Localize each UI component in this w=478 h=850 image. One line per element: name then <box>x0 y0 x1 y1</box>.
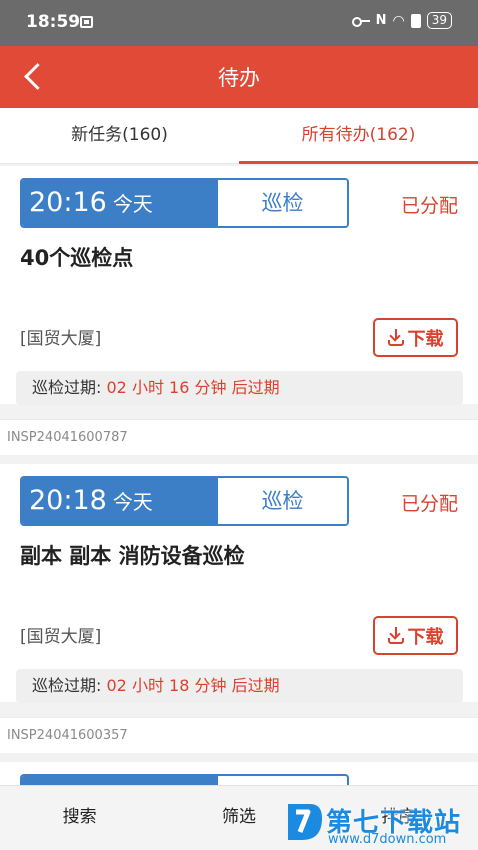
page-title: 待办 <box>218 66 260 90</box>
tab-new-tasks[interactable]: 新任务(160) <box>0 108 239 163</box>
download-button[interactable]: 下载 <box>373 318 458 357</box>
watermark-url: www.d7down.com <box>328 832 447 847</box>
task-title: 40个巡检点 <box>20 246 134 270</box>
status-time: 18:59 <box>26 12 81 32</box>
status-icons: N ◠ 39 <box>351 12 452 29</box>
tab-all-todos[interactable]: 所有待办(162) <box>239 108 478 164</box>
task-type: 巡检 <box>218 180 347 226</box>
expire-value: 02 小时 16 分钟 后过期 <box>106 378 280 397</box>
app-header: 待办 <box>0 46 478 108</box>
task-time-value: 20:16 <box>29 187 107 218</box>
vibrate-icon <box>410 13 421 28</box>
status-bar: 18:59 N ◠ 39 <box>0 0 478 46</box>
download-label: 下载 <box>407 328 444 350</box>
search-button[interactable]: 搜索 <box>0 786 159 850</box>
download-icon <box>387 627 404 644</box>
status-badge: 已分配 <box>400 195 458 217</box>
watermark-logo-icon <box>288 804 322 840</box>
task-title: 副本 副本 消防设备巡检 <box>20 544 245 568</box>
notification-icon <box>80 16 93 28</box>
task-location: [国贸大厦] <box>20 627 102 647</box>
site-watermark: 第七下载站 www.d7down.com <box>284 800 476 848</box>
expire-label: 巡检过期: <box>32 676 102 695</box>
task-card[interactable]: 20:18 今天 巡检 已分配 副本 副本 消防设备巡检 [国贸大厦] 下载 巡检… <box>0 464 478 703</box>
task-code: INSP24041600357 <box>0 717 478 753</box>
task-time: 20:18 今天 <box>22 478 218 524</box>
download-label: 下载 <box>407 626 444 648</box>
task-type: 巡检 <box>218 478 347 524</box>
download-icon <box>387 329 404 346</box>
task-time-tag: 20:18 今天 巡检 <box>20 476 349 526</box>
tab-bar: 新任务(160) 所有待办(162) <box>0 108 478 164</box>
task-day: 今天 <box>112 490 153 514</box>
wifi-icon: ◠ <box>392 12 405 29</box>
nfc-icon: N <box>375 13 387 28</box>
task-time: 20:16 今天 <box>22 180 218 226</box>
task-card[interactable]: 20:16 今天 巡检 已分配 40个巡检点 [国贸大厦] 下载 巡检过期: 02… <box>0 166 478 405</box>
status-badge: 已分配 <box>400 493 458 515</box>
expire-info: 巡检过期: 02 小时 18 分钟 后过期 <box>16 669 463 703</box>
expire-value: 02 小时 18 分钟 后过期 <box>106 676 280 695</box>
key-icon <box>351 16 370 27</box>
task-day: 今天 <box>112 192 153 216</box>
task-time-tag: 20:16 今天 巡检 <box>20 178 349 228</box>
task-time-value: 20:18 <box>29 485 107 516</box>
expire-info: 巡检过期: 02 小时 16 分钟 后过期 <box>16 371 463 405</box>
battery-icon: 39 <box>426 12 452 29</box>
expire-label: 巡检过期: <box>32 378 102 397</box>
task-code: INSP24041600787 <box>0 419 478 455</box>
download-button[interactable]: 下载 <box>373 616 458 655</box>
task-location: [国贸大厦] <box>20 329 102 349</box>
